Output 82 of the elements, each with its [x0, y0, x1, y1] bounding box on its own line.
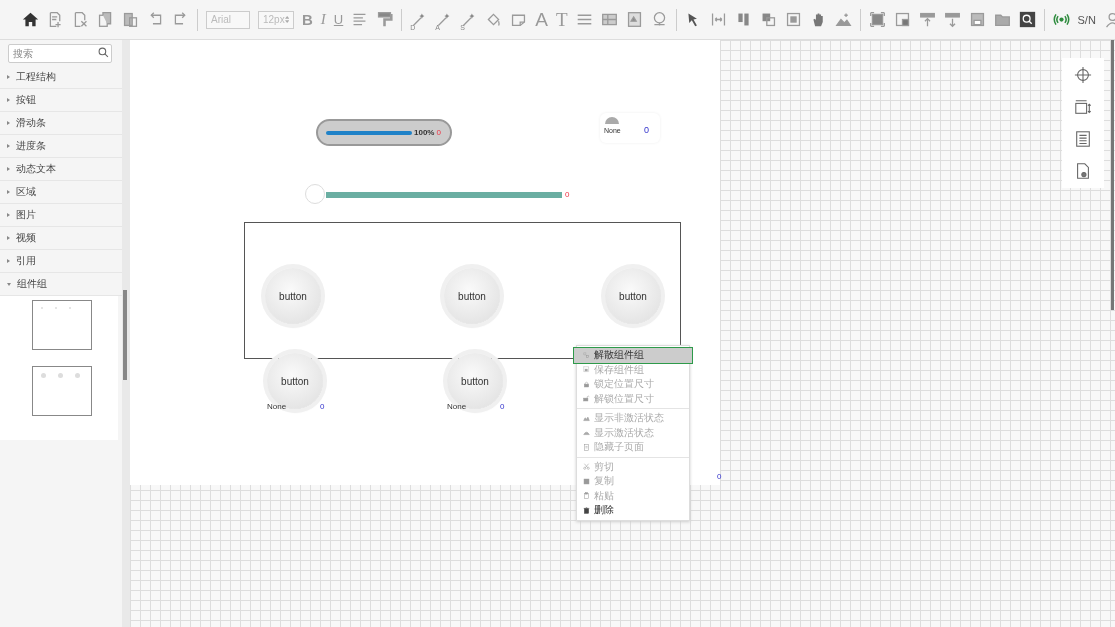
save-group-icon [583, 366, 590, 374]
value-label: 0 [436, 128, 441, 137]
copy-icon[interactable] [97, 11, 114, 28]
sidebar-item[interactable]: 工程结构 [0, 66, 122, 89]
copy-icon [583, 477, 590, 485]
ungroup-icon [583, 351, 590, 359]
underline-button[interactable]: U [333, 12, 344, 27]
list-icon[interactable] [1074, 130, 1092, 148]
italic-button[interactable]: I [320, 11, 326, 28]
search-icon[interactable] [1018, 11, 1036, 28]
signal-icon[interactable] [1052, 11, 1070, 28]
sidebar-item[interactable]: 区域 [0, 181, 122, 204]
paste-icon[interactable] [122, 11, 139, 28]
user-avatar-icon[interactable] [1103, 11, 1115, 28]
window-icon[interactable] [893, 11, 911, 28]
spinner-icon[interactable] [284, 15, 289, 24]
text-color-button[interactable]: A [535, 8, 548, 31]
scrollbar[interactable] [123, 290, 127, 380]
value-label: 0 [644, 125, 649, 135]
paint-roller-icon[interactable] [376, 11, 394, 28]
search-field[interactable]: 搜索 [8, 44, 112, 63]
button-caption: None [447, 402, 467, 411]
distribute-icon[interactable] [709, 11, 727, 28]
text-tool-button[interactable]: T [555, 8, 568, 31]
serial-number-button[interactable]: S/N [1077, 13, 1096, 26]
sidebar-item[interactable]: 滑动条 [0, 112, 122, 135]
home-icon[interactable] [22, 11, 39, 28]
sidebar-item-label: 区域 [16, 185, 36, 199]
scrollbar[interactable] [1111, 40, 1114, 310]
gauge-icon [605, 117, 619, 124]
sidebar-item-label: 动态文本 [16, 162, 56, 176]
font-size-field[interactable]: 12px [258, 10, 294, 29]
sidebar-item-label: 组件组 [17, 277, 47, 291]
search-icon [98, 47, 109, 58]
sidebar-item-label: 按钮 [16, 93, 36, 107]
sidebar-item-label: 工程结构 [16, 70, 56, 84]
round-button[interactable]: button [444, 268, 500, 324]
paint-bucket-icon[interactable] [485, 11, 503, 28]
scissors-icon [583, 463, 590, 471]
sidebar-item[interactable]: 图片 [0, 204, 122, 227]
round-button[interactable]: button [605, 268, 661, 324]
bring-up-icon[interactable] [918, 11, 936, 28]
font-field[interactable]: Arial [206, 10, 250, 29]
sidebar-item-label: 滑动条 [16, 116, 46, 130]
value-label: 0 [565, 190, 570, 199]
sidebar-item-label: 视频 [16, 231, 36, 245]
sidebar-item[interactable]: 视频 [0, 227, 122, 250]
sidebar-item-label: 进度条 [16, 139, 46, 153]
menu-item[interactable]: 删除 [577, 503, 689, 518]
sidebar-item[interactable]: 按钮 [0, 89, 122, 112]
send-down-icon[interactable] [943, 11, 961, 28]
clipboard-icon [583, 492, 590, 500]
value-label: 0 [717, 472, 722, 481]
delete-file-icon[interactable] [72, 11, 89, 28]
progress-label: 100% [414, 128, 435, 137]
menu-item[interactable]: 解散组件组 [574, 348, 692, 363]
sidebar-item-label: 引用 [16, 254, 36, 268]
image-icon[interactable] [625, 11, 643, 28]
value-label: 0 [500, 402, 505, 411]
button-caption: None [267, 402, 287, 411]
save-icon[interactable] [968, 11, 986, 28]
frame-icon[interactable] [784, 11, 802, 28]
sidebar-item[interactable]: 引用 [0, 250, 122, 273]
value-label: 0 [320, 402, 325, 411]
document-gear-icon[interactable] [1074, 162, 1092, 180]
crosshair-icon[interactable] [1074, 66, 1092, 84]
bold-button[interactable]: B [302, 11, 313, 28]
round-button[interactable]: button [265, 268, 321, 324]
fit-frame-icon[interactable] [868, 11, 886, 28]
resize-icon[interactable] [1074, 98, 1092, 116]
new-file-icon[interactable] [47, 11, 64, 28]
trash-icon [583, 506, 590, 514]
lock-icon [583, 380, 590, 388]
component-group-thumbnail[interactable] [32, 366, 92, 416]
component-group-thumbnail[interactable] [32, 300, 92, 350]
unlock-icon [583, 395, 590, 403]
sidebar-item[interactable]: 动态文本 [0, 158, 122, 181]
page-icon [583, 443, 590, 451]
sidebar-item[interactable]: 进度条 [0, 135, 122, 158]
landscape-icon[interactable] [834, 11, 852, 28]
table-icon[interactable] [600, 11, 618, 28]
sidebar-item-label: 图片 [16, 208, 36, 222]
